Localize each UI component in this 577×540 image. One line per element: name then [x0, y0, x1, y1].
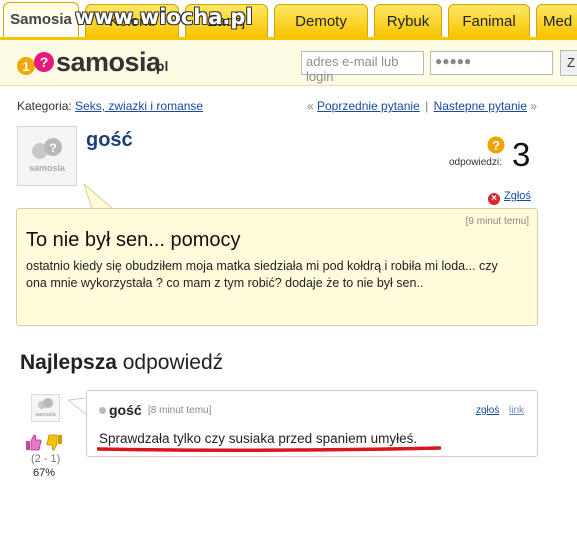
report-question-link[interactable]: Zgłoś: [504, 190, 531, 202]
answers-bubble-icon: ?: [487, 136, 505, 154]
login-button[interactable]: Z: [560, 50, 577, 76]
nav-divider: |: [425, 99, 429, 113]
answer-author-avatar[interactable]: samosia: [31, 394, 60, 422]
default-avatar-icon: ? samosia: [29, 138, 66, 173]
answer-permalink[interactable]: link: [509, 405, 524, 416]
close-icon: ×: [488, 193, 500, 205]
svg-text:?: ?: [40, 54, 49, 70]
svg-text:?: ?: [49, 141, 56, 155]
question-author[interactable]: gość: [86, 129, 133, 152]
thumbs-up-icon[interactable]: [25, 434, 42, 451]
vote-percent: 67%: [33, 467, 56, 479]
password-field[interactable]: ●●●●●: [430, 51, 553, 75]
tab-rybuk[interactable]: Rybuk: [374, 4, 442, 37]
svg-text:1: 1: [22, 59, 29, 74]
next-marker: »: [530, 99, 537, 113]
watermark: www.wiocha.pl: [75, 5, 253, 29]
red-underline-mark: [97, 446, 441, 453]
answer-time: [8 minut temu]: [148, 405, 212, 416]
prev-question-link[interactable]: Poprzednie pytanie: [317, 99, 420, 113]
answers-count: 3: [512, 136, 531, 173]
answer-text: Sprawdzała tylko czy susiaka przed spani…: [99, 431, 418, 446]
category-line: Kategoria: Seks, zwiazki i romanse: [17, 99, 203, 113]
author-avatar[interactable]: ? samosia: [17, 126, 77, 186]
svg-text:samosia: samosia: [35, 412, 55, 418]
tab-med[interactable]: Med: [536, 4, 577, 37]
svg-text:?: ?: [492, 138, 500, 153]
logo-text: samosia: [56, 47, 161, 77]
category-label: Kategoria:: [17, 99, 72, 113]
tab-demoty[interactable]: Demoty: [274, 4, 368, 37]
page: Samosia Kolorki Zadaj Demoty Rybuk Fanim…: [0, 0, 577, 540]
thumbs-down-icon[interactable]: [46, 434, 63, 451]
category-link[interactable]: Seks, zwiazki i romanse: [75, 99, 203, 113]
answer-author[interactable]: gość: [109, 402, 142, 418]
report-question[interactable]: × Zgłoś: [488, 190, 531, 205]
tab-samosia[interactable]: Samosia: [3, 2, 79, 38]
prev-marker: «: [306, 99, 314, 113]
question-body: ostatnio kiedy się obudziłem moja matka …: [26, 259, 498, 290]
tab-fanimal[interactable]: Fanimal: [448, 4, 530, 37]
email-field[interactable]: adres e-mail lub login: [301, 51, 424, 84]
speech-tail: [83, 184, 114, 210]
report-answer-link[interactable]: zgłoś: [476, 405, 499, 416]
status-dot: [99, 407, 106, 414]
logo-suffix: .pl: [152, 58, 169, 74]
best-answer-heading: Najlepsza odpowiedź: [20, 351, 224, 374]
site-header: 1 ? samosia .pl adres e-mail lub login ●…: [0, 37, 577, 86]
vote-score: (2 - 1): [31, 453, 61, 465]
answer-speech-tail: [68, 398, 88, 416]
next-question-link[interactable]: Nastepne pytanie: [434, 99, 527, 113]
answers-label: odpowiedzi:: [449, 157, 502, 168]
logo-bubbles-icon: 1 ?: [17, 52, 54, 75]
svg-text:samosia: samosia: [29, 163, 66, 173]
tab-bar: Samosia Kolorki Zadaj Demoty Rybuk Fanim…: [0, 0, 577, 38]
question-nav: « Poprzednie pytanie | Nastepne pytanie …: [307, 99, 537, 113]
question-time: [9 minut temu]: [465, 216, 529, 227]
question-box: [9 minut temu] To nie był sen... pomocy …: [16, 208, 538, 326]
question-title: To nie był sen... pomocy: [26, 229, 241, 251]
default-avatar-icon: samosia: [35, 398, 56, 418]
